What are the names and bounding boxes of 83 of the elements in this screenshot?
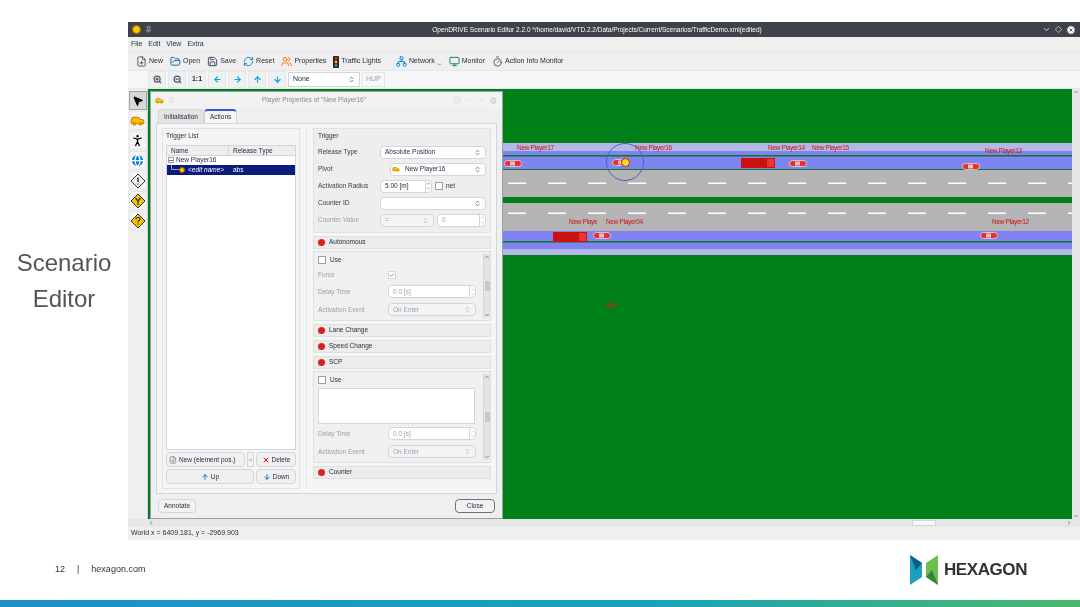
car-icon — [392, 165, 400, 174]
scrollbar-thumb[interactable] — [484, 411, 490, 422]
updown-icon — [464, 306, 471, 314]
updown-icon — [474, 165, 481, 173]
save-icon — [207, 56, 219, 67]
down-icon — [426, 186, 431, 192]
people-icon — [281, 56, 293, 67]
zoom-out-icon — [172, 75, 182, 84]
up-icon — [426, 181, 431, 187]
arrow-left-icon — [212, 75, 222, 84]
updown-icon — [474, 199, 481, 207]
updown-icon — [348, 76, 355, 83]
up-icon — [484, 373, 490, 380]
caret-icon — [436, 62, 442, 67]
new-file-icon — [136, 56, 147, 67]
up-icon — [470, 428, 475, 434]
close-icon[interactable] — [1066, 24, 1076, 35]
palette-tool[interactable] — [128, 91, 147, 110]
up-icon — [480, 215, 485, 221]
zoom-in-icon — [152, 75, 162, 84]
folder-icon — [170, 56, 181, 67]
pin-icon — [145, 26, 152, 33]
down-icon — [484, 453, 490, 460]
trigger-icon — [179, 166, 185, 173]
globe-icon — [130, 153, 145, 168]
scrollbar-thumb[interactable] — [912, 520, 936, 526]
pedestrian-icon — [130, 133, 145, 148]
stopwatch-icon — [492, 56, 504, 67]
app-logo-icon — [132, 25, 141, 34]
right-icon — [1066, 520, 1072, 526]
refresh-icon — [243, 56, 255, 67]
hexagon-logo-icon — [908, 553, 940, 587]
updown-icon — [464, 448, 471, 456]
down-icon — [470, 433, 475, 439]
traffic-light-icon — [333, 55, 340, 68]
updown-icon — [474, 148, 481, 156]
separator: | — [77, 563, 80, 577]
down-icon — [470, 291, 475, 297]
question-sign-icon — [129, 212, 146, 229]
caret-icon — [248, 456, 253, 463]
nav-button[interactable] — [168, 71, 186, 88]
scrollbar-thumb[interactable] — [484, 280, 490, 291]
warning-sign-icon — [129, 172, 146, 189]
network-icon — [396, 56, 407, 67]
fork-sign-icon — [129, 192, 146, 209]
down-icon — [484, 311, 490, 318]
down-icon — [480, 220, 485, 226]
trigger-marker-icon — [621, 158, 630, 167]
dropdown[interactable] — [380, 196, 486, 210]
monitor-icon — [448, 56, 460, 67]
up-icon — [1073, 89, 1079, 95]
slide-title: Scenario Editor — [15, 248, 113, 314]
delete-icon — [261, 455, 270, 464]
page-number: 12 — [55, 563, 65, 577]
use-checkbox[interactable] — [318, 375, 326, 384]
net-checkbox[interactable] — [435, 182, 443, 191]
scrollbar[interactable] — [483, 253, 490, 318]
nav-button[interactable] — [148, 71, 166, 88]
left-icon — [148, 520, 154, 526]
force-checkbox[interactable] — [388, 270, 396, 279]
minimize-icon[interactable] — [1042, 25, 1051, 34]
use-checkbox[interactable] — [318, 255, 326, 264]
updown-icon — [422, 216, 429, 224]
collapse-icon[interactable] — [168, 157, 174, 164]
crosshair-icon — [605, 299, 617, 311]
arrow-up-icon — [200, 472, 209, 481]
scrollbar[interactable] — [483, 373, 490, 460]
arrow-down-icon — [262, 472, 271, 481]
pointer-icon — [131, 94, 144, 107]
car-icon — [155, 95, 164, 105]
arrow-right-icon — [232, 75, 242, 84]
up-icon — [470, 286, 475, 292]
vertical-scrollbar[interactable] — [1072, 89, 1080, 519]
arrow-down-icon — [272, 75, 282, 84]
arrow-up-icon — [252, 75, 262, 84]
brand-name: HEXAGON — [944, 559, 1027, 582]
new-file-icon — [169, 455, 177, 464]
up-icon — [484, 253, 490, 260]
restore-icon[interactable] — [1055, 26, 1062, 33]
text-area[interactable] — [318, 387, 475, 424]
horizontal-scrollbar[interactable] — [128, 519, 1080, 527]
dropdown-arrow-button[interactable] — [247, 452, 254, 467]
down-icon — [1073, 513, 1079, 519]
